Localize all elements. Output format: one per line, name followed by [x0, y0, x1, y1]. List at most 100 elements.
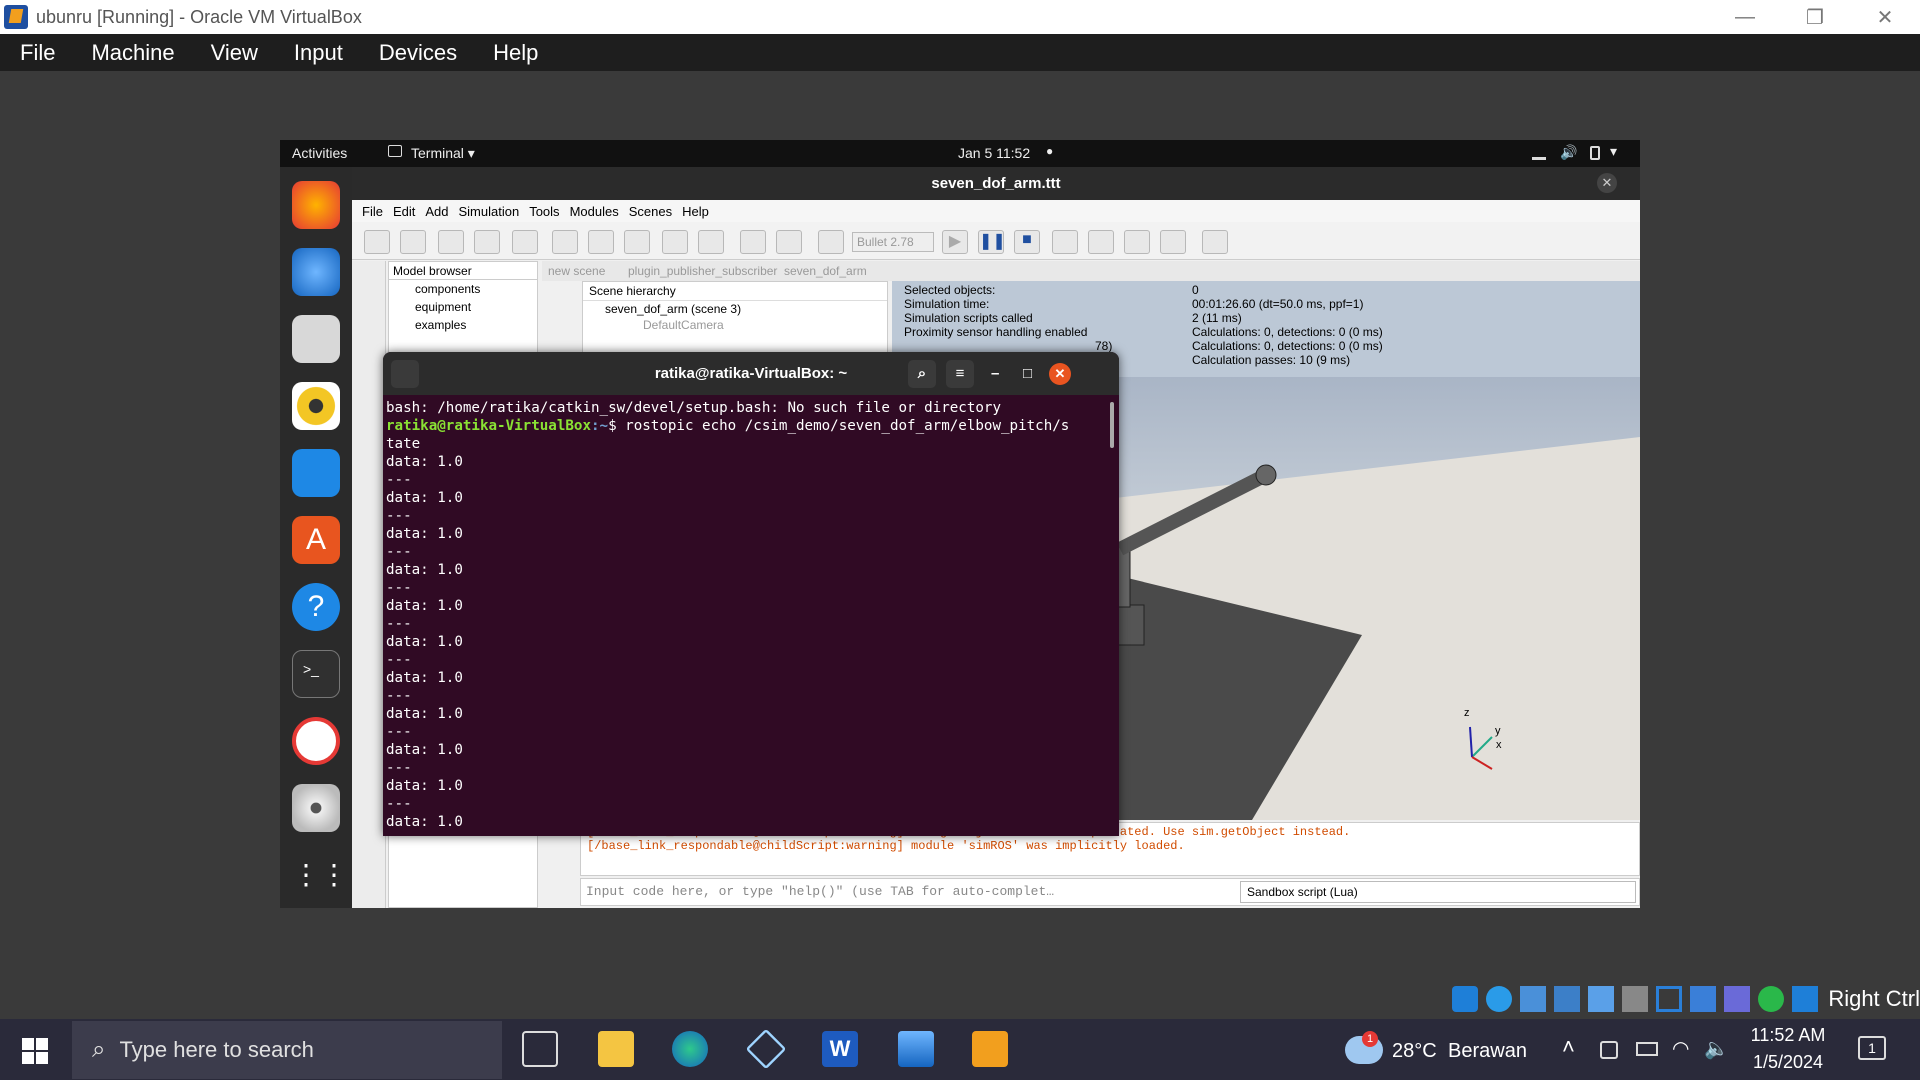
- tab-seven-dof-arm[interactable]: seven_dof_arm: [784, 264, 867, 278]
- tray-date[interactable]: 1/5/2024: [1748, 1052, 1828, 1073]
- writer-icon[interactable]: [292, 449, 340, 497]
- word-icon[interactable]: W: [822, 1031, 858, 1067]
- menu-file[interactable]: File: [20, 40, 55, 66]
- rhythmbox-icon[interactable]: [292, 382, 340, 430]
- firefox-icon[interactable]: [292, 181, 340, 229]
- coppelia-close-icon[interactable]: ✕: [1597, 173, 1617, 193]
- cop-menu-scenes[interactable]: Scenes: [629, 204, 672, 219]
- terminal-window[interactable]: ratika@ratika-VirtualBox: ~ ⌕ ≡ – □ ✕ ba…: [383, 352, 1119, 836]
- default-camera[interactable]: DefaultCamera: [583, 317, 887, 333]
- folder-examples[interactable]: examples: [389, 316, 537, 334]
- vt-icon[interactable]: [1724, 986, 1751, 1012]
- app-menu[interactable]: Terminal ▾: [411, 145, 475, 162]
- visualization-icon[interactable]: [1160, 230, 1186, 254]
- coppelia-icon[interactable]: [292, 717, 340, 765]
- weather-temp[interactable]: 28°C: [1392, 1040, 1437, 1063]
- hamburger-menu-icon[interactable]: ≡: [946, 360, 974, 388]
- term-minimize-icon[interactable]: –: [991, 352, 999, 395]
- hdd-icon[interactable]: [1452, 986, 1479, 1012]
- clock[interactable]: Jan 5 11:52: [958, 145, 1030, 161]
- mouse-integration-icon[interactable]: [1758, 986, 1785, 1012]
- usb-icon[interactable]: [1588, 986, 1615, 1012]
- notification-center-icon[interactable]: 1: [1858, 1036, 1886, 1060]
- menu-view[interactable]: View: [211, 40, 258, 66]
- virtualbox-vm-icon[interactable]: [972, 1031, 1008, 1067]
- play-icon[interactable]: ▶: [942, 230, 968, 254]
- move-object-icon[interactable]: [588, 230, 614, 254]
- undo-icon[interactable]: [740, 230, 766, 254]
- task-view-icon[interactable]: [522, 1031, 558, 1067]
- tab-plugin-publisher[interactable]: plugin_publisher_subscriber: [628, 264, 777, 278]
- photos-icon[interactable]: [898, 1031, 934, 1067]
- battery-icon[interactable]: [1590, 146, 1600, 160]
- terminal-output[interactable]: bash: /home/ratika/catkin_sw/devel/setup…: [383, 395, 1119, 836]
- tab-new-scene[interactable]: new scene: [548, 264, 605, 278]
- display-icon[interactable]: [1656, 986, 1683, 1012]
- page-selector-icon[interactable]: [1202, 230, 1228, 254]
- transfer-dna-icon[interactable]: [698, 230, 724, 254]
- terminal-icon[interactable]: >_: [292, 650, 340, 698]
- cop-menu-edit[interactable]: Edit: [393, 204, 415, 219]
- cop-menu-add[interactable]: Add: [425, 204, 448, 219]
- app-center-icon[interactable]: A: [292, 516, 340, 564]
- folder-components[interactable]: components: [389, 280, 537, 298]
- wifi-icon[interactable]: ◠: [1672, 1036, 1689, 1061]
- network-adapter-icon[interactable]: [1554, 986, 1581, 1012]
- select-icon[interactable]: [552, 230, 578, 254]
- file-explorer-icon[interactable]: [598, 1031, 634, 1067]
- battery-tray-icon[interactable]: [1636, 1042, 1658, 1056]
- model-browser-header[interactable]: Model browser: [389, 262, 537, 280]
- menu-help[interactable]: Help: [493, 40, 538, 66]
- shift-icon[interactable]: [438, 230, 464, 254]
- minimize-button[interactable]: —: [1710, 0, 1780, 34]
- slower-icon[interactable]: [1088, 230, 1114, 254]
- weather-condition[interactable]: Berawan: [1448, 1040, 1527, 1063]
- translate-icon[interactable]: [364, 230, 390, 254]
- camera-icon[interactable]: [474, 230, 500, 254]
- dvd-icon[interactable]: [292, 784, 340, 832]
- faster-icon[interactable]: [1124, 230, 1150, 254]
- new-tab-icon[interactable]: [391, 360, 419, 388]
- redo-icon[interactable]: [776, 230, 802, 254]
- menu-machine[interactable]: Machine: [91, 40, 174, 66]
- restore-button[interactable]: ❐: [1780, 0, 1850, 34]
- files-icon[interactable]: [292, 315, 340, 363]
- recording-icon[interactable]: [1690, 986, 1717, 1012]
- cop-menu-help[interactable]: Help: [682, 204, 709, 219]
- folder-equipment[interactable]: equipment: [389, 298, 537, 316]
- scene-root[interactable]: seven_dof_arm (scene 3): [583, 301, 887, 317]
- menu-input[interactable]: Input: [294, 40, 343, 66]
- close-button[interactable]: ✕: [1850, 0, 1920, 34]
- cop-menu-file[interactable]: File: [362, 204, 383, 219]
- network-icon[interactable]: [1532, 146, 1546, 160]
- audio-icon[interactable]: [1520, 986, 1547, 1012]
- thunderbird-icon[interactable]: [292, 248, 340, 296]
- help-icon[interactable]: ?: [292, 583, 340, 631]
- speaker-icon[interactable]: 🔈: [1704, 1036, 1729, 1061]
- show-apps-icon[interactable]: ⋮⋮⋮: [292, 851, 376, 899]
- term-close-icon[interactable]: ✕: [1049, 363, 1071, 385]
- engine-select[interactable]: Bullet 2.78: [852, 232, 934, 252]
- start-icon[interactable]: [22, 1038, 48, 1064]
- rotate-object-icon[interactable]: [624, 230, 650, 254]
- keyboard-capture-icon[interactable]: [1792, 986, 1819, 1012]
- edge-icon[interactable]: [672, 1031, 708, 1067]
- pause-icon[interactable]: ❚❚: [978, 230, 1006, 254]
- activities-button[interactable]: Activities: [292, 145, 347, 161]
- term-maximize-icon[interactable]: □: [1023, 352, 1032, 395]
- optical-drive-icon[interactable]: [1486, 986, 1513, 1012]
- search-icon[interactable]: ⌕: [908, 360, 936, 388]
- volume-icon[interactable]: 🔊: [1560, 144, 1577, 161]
- fit-view-icon[interactable]: [512, 230, 538, 254]
- terminal-scrollbar[interactable]: [1110, 402, 1114, 448]
- shared-folders-icon[interactable]: [1622, 986, 1649, 1012]
- script-select[interactable]: Sandbox script (Lua): [1240, 881, 1636, 903]
- taskbar-search[interactable]: ⌕ Type here to search: [72, 1021, 502, 1079]
- menu-devices[interactable]: Devices: [379, 40, 457, 66]
- system-menu-icon[interactable]: ▾: [1610, 143, 1617, 160]
- cop-menu-tools[interactable]: Tools: [529, 204, 559, 219]
- assemble-icon[interactable]: [662, 230, 688, 254]
- dynamics-icon[interactable]: [818, 230, 844, 254]
- realtime-icon[interactable]: [1052, 230, 1078, 254]
- stop-icon[interactable]: ■: [1014, 230, 1040, 254]
